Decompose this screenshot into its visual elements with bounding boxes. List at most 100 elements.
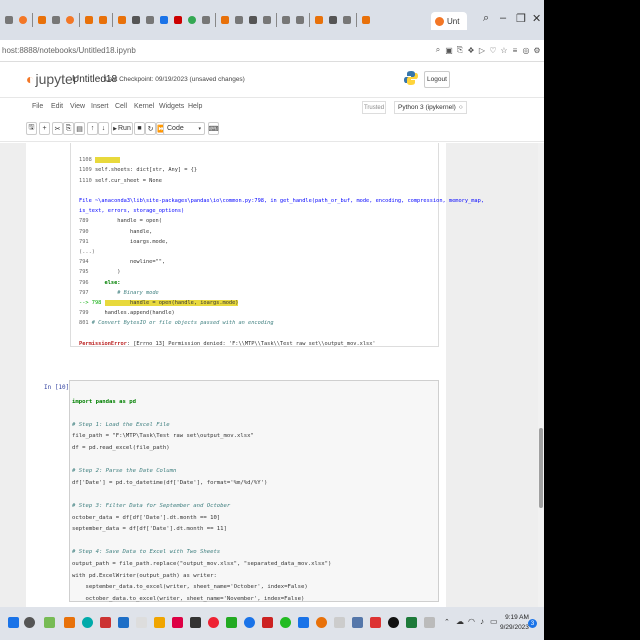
code-cell-editor[interactable]: import pandas as pd # Step 1: Load the E… — [69, 380, 439, 602]
wifi-icon[interactable]: ◠ — [468, 617, 475, 626]
volume-icon[interactable]: ♪ — [480, 617, 484, 626]
tab[interactable] — [312, 12, 325, 28]
app-icon[interactable] — [208, 617, 219, 628]
extension-icon[interactable]: ❖ — [466, 44, 476, 56]
app-icon[interactable] — [64, 617, 75, 628]
minimize-icon[interactable]: – — [500, 12, 506, 24]
app-icon[interactable] — [262, 617, 273, 628]
tab[interactable] — [171, 12, 184, 28]
move-up-button[interactable]: ↑ — [87, 122, 98, 135]
menu-view[interactable]: View — [70, 103, 85, 110]
profile-icon[interactable]: ◎ — [521, 44, 531, 56]
scrollbar-thumb[interactable] — [539, 428, 543, 508]
chrome-icon[interactable] — [244, 617, 255, 628]
address-bar[interactable]: host:8888/notebooks/Untitled18.ipynb ⌕ ▣… — [0, 40, 544, 62]
menu-edit[interactable]: Edit — [51, 103, 63, 110]
app-icon[interactable] — [136, 617, 147, 628]
app-icon[interactable] — [352, 617, 363, 628]
translate-icon[interactable]: ▣ — [444, 44, 454, 56]
code-editor-text[interactable]: import pandas as pd # Step 1: Load the E… — [72, 385, 331, 607]
reading-list-icon[interactable]: ≡ — [510, 44, 520, 56]
logout-button[interactable]: Logout — [424, 71, 450, 88]
app-icon[interactable] — [44, 617, 55, 628]
app-icon[interactable] — [370, 617, 381, 628]
tab[interactable] — [340, 12, 353, 28]
tab[interactable] — [35, 12, 48, 28]
tab[interactable] — [218, 12, 231, 28]
play-icon[interactable]: ▷ — [477, 44, 487, 56]
app-icon[interactable] — [334, 617, 345, 628]
menu-kernel[interactable]: Kernel — [134, 103, 154, 110]
notification-badge[interactable]: 3 — [528, 619, 537, 628]
menu-help[interactable]: Help — [188, 103, 202, 110]
app-icon[interactable] — [154, 617, 165, 628]
cell-type-select[interactable]: Code ▾ — [163, 122, 205, 135]
page-scrollbar[interactable] — [538, 143, 544, 607]
search-tabs-icon[interactable]: ⌕ — [483, 12, 489, 25]
tab[interactable] — [63, 12, 76, 28]
interrupt-button[interactable]: ■ — [134, 122, 145, 135]
tab[interactable] — [293, 12, 306, 28]
insert-cell-button[interactable]: + — [39, 122, 50, 135]
save-button[interactable]: 🖫 — [26, 122, 37, 135]
search-icon[interactable] — [24, 617, 35, 628]
app-icon[interactable] — [298, 617, 309, 628]
star-icon[interactable]: ☆ — [499, 44, 509, 56]
app-icon[interactable] — [118, 617, 129, 628]
battery-icon[interactable]: ▭ — [490, 617, 498, 626]
tab[interactable] — [232, 12, 245, 28]
tab[interactable] — [115, 12, 128, 28]
jupyter-logo[interactable]: ◐ jupyter — [26, 71, 78, 87]
run-button[interactable]: ▶ Run — [111, 122, 133, 135]
tab[interactable] — [49, 12, 62, 28]
tab[interactable] — [129, 12, 142, 28]
command-palette-button[interactable]: ⌨ — [208, 122, 219, 135]
bookmark-icon[interactable]: ♡ — [488, 44, 498, 56]
paste-button[interactable]: ▤ — [74, 122, 85, 135]
active-tab[interactable]: Unt — [431, 12, 467, 30]
app-icon[interactable] — [226, 617, 237, 628]
tab[interactable] — [185, 12, 198, 28]
app-icon[interactable] — [190, 617, 201, 628]
menu-cell[interactable]: Cell — [115, 103, 127, 110]
restart-button[interactable]: ↻ — [145, 122, 156, 135]
tab[interactable] — [260, 12, 273, 28]
cloud-icon[interactable]: ☁ — [456, 617, 464, 626]
copy-button[interactable]: ⎘ — [63, 122, 74, 135]
trusted-indicator[interactable]: Trusted — [362, 101, 386, 114]
taskbar-clock[interactable]: 9:19 AM 9/29/2023 — [500, 613, 529, 633]
app-icon[interactable] — [82, 617, 93, 628]
app-icon[interactable] — [424, 617, 435, 628]
tab[interactable] — [82, 12, 95, 28]
app-icon[interactable] — [316, 617, 327, 628]
url-text[interactable]: host:8888/notebooks/Untitled18.ipynb — [2, 46, 136, 55]
tab[interactable] — [199, 12, 212, 28]
app-icon[interactable] — [172, 617, 183, 628]
restore-icon[interactable]: ❐ — [516, 12, 526, 25]
menu-widgets[interactable]: Widgets — [159, 103, 184, 110]
close-icon[interactable]: ✕ — [532, 12, 541, 25]
tab[interactable] — [16, 12, 29, 28]
tab[interactable] — [96, 12, 109, 28]
tab[interactable] — [143, 12, 156, 28]
zoom-icon[interactable]: ⌕ — [433, 44, 443, 56]
tab[interactable] — [246, 12, 259, 28]
menu-file[interactable]: File — [32, 103, 43, 110]
tab[interactable] — [326, 12, 339, 28]
move-down-button[interactable]: ↓ — [98, 122, 109, 135]
tab[interactable] — [359, 12, 372, 28]
app-icon[interactable] — [280, 617, 291, 628]
settings-icon[interactable]: ⚙ — [532, 44, 542, 56]
menu-insert[interactable]: Insert — [91, 103, 109, 110]
cut-button[interactable]: ✂ — [52, 122, 63, 135]
share-icon[interactable]: ⎘ — [455, 44, 465, 56]
excel-icon[interactable] — [406, 617, 417, 628]
tab[interactable] — [279, 12, 292, 28]
app-icon[interactable] — [388, 617, 399, 628]
app-icon[interactable] — [100, 617, 111, 628]
start-icon[interactable] — [8, 617, 19, 628]
tab[interactable] — [157, 12, 170, 28]
tab[interactable] — [2, 12, 15, 28]
tray-overflow-icon[interactable]: ⌃ — [444, 618, 450, 626]
kernel-indicator[interactable]: Python 3 (ipykernel) ○ — [394, 101, 467, 114]
